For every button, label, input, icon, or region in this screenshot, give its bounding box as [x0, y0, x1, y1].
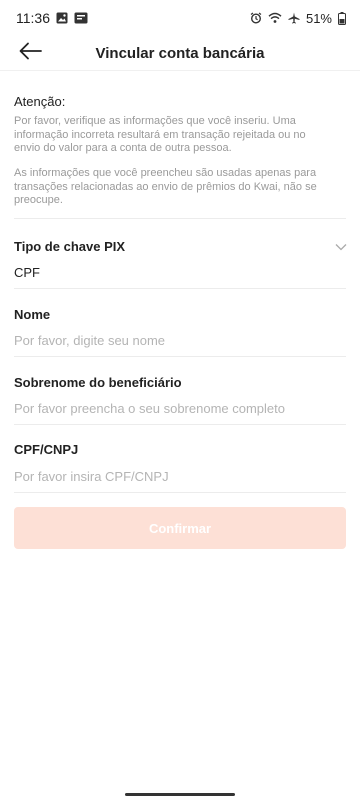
alarm-icon	[250, 12, 262, 24]
name-input[interactable]	[14, 329, 344, 351]
name-label: Nome	[14, 307, 51, 322]
name-divider	[14, 356, 346, 357]
notice-title: Atenção:	[14, 94, 66, 109]
pix-key-type-divider	[14, 288, 346, 289]
battery-percentage: 51%	[305, 10, 332, 26]
airplane-icon	[288, 12, 300, 24]
surname-input[interactable]	[14, 397, 344, 419]
back-button[interactable]	[14, 36, 46, 66]
surname-label: Sobrenome do beneficiário	[14, 375, 182, 390]
pix-key-type-label: Tipo de chave PIX	[14, 239, 126, 254]
notice-paragraph-1: Por favor, verifique as informações que …	[14, 115, 306, 154]
header-divider	[0, 70, 360, 71]
battery-icon	[338, 11, 346, 25]
wifi-icon	[268, 12, 282, 24]
chevron-down-icon	[335, 243, 347, 251]
cpf-cnpj-label: CPF/CNPJ	[14, 442, 79, 457]
notification-badge-icon	[74, 12, 88, 24]
status-bar-left: 11:36	[16, 10, 88, 26]
confirm-button[interactable]: Confirmar	[14, 507, 346, 549]
gesture-bar	[125, 793, 235, 796]
page-title: Vincular conta bancária	[95, 44, 265, 62]
notice-paragraph-2: As informações que você preencheu são us…	[14, 167, 317, 206]
app-header: Vincular conta bancária	[0, 36, 360, 70]
status-bar: 11:36 51%	[0, 0, 360, 36]
arrow-left-icon	[18, 42, 42, 60]
status-bar-right: 51%	[250, 11, 346, 26]
status-time: 11:36	[16, 10, 50, 26]
pix-key-type-value[interactable]: CPF	[14, 265, 40, 280]
surname-divider	[14, 424, 346, 425]
cpf-cnpj-divider	[14, 492, 346, 493]
notice-divider	[14, 218, 346, 219]
pix-key-type-dropdown[interactable]	[334, 240, 348, 254]
cpf-cnpj-input[interactable]	[14, 465, 344, 487]
gallery-icon	[56, 12, 68, 24]
main-content: Atenção: Por favor, verifique as informa…	[0, 70, 360, 800]
